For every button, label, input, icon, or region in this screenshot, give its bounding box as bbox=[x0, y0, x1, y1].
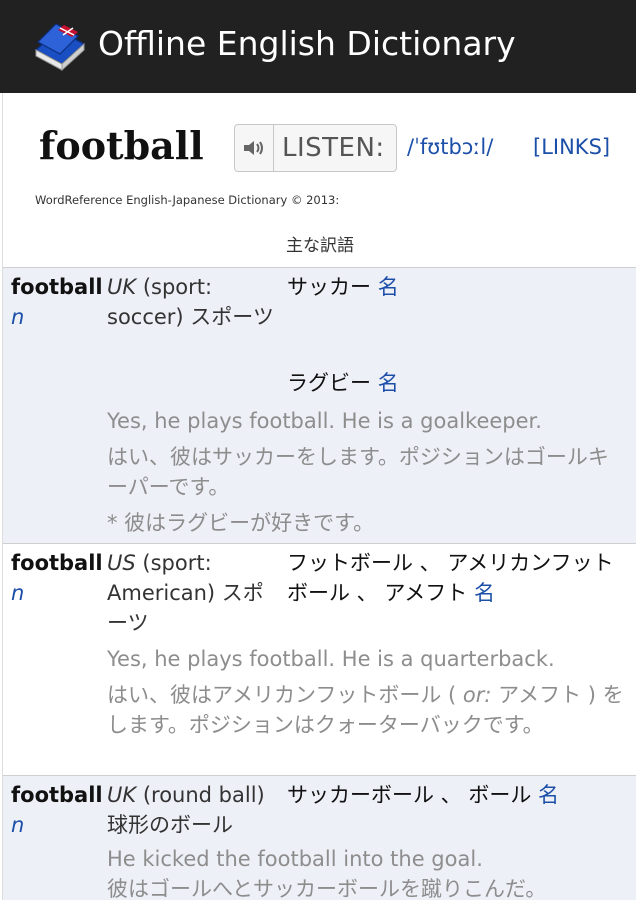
listen-label: LISTEN: bbox=[282, 133, 385, 163]
entry-row: football n US (sport: American) スポーツ フット… bbox=[3, 543, 636, 775]
translation: フットボール 、 アメリカンフットボール 、 アメフト 名 bbox=[287, 548, 627, 608]
pronunciation: /ˈfʊtbɔːl/ bbox=[407, 135, 494, 159]
headword: football bbox=[39, 123, 204, 168]
entry-region: US bbox=[107, 551, 136, 575]
entry-region: UK bbox=[107, 275, 137, 299]
translation-pos: 名 bbox=[377, 275, 399, 299]
translation-pos: 名 bbox=[538, 783, 560, 807]
speaker-icon bbox=[235, 125, 274, 171]
translation-text: ラグビー bbox=[287, 371, 371, 395]
translation: サッカーボール 、 ボール 名 bbox=[287, 780, 627, 810]
section-title: 主な訳語 bbox=[286, 236, 354, 256]
copyright-text: WordReference English-Japanese Dictionar… bbox=[35, 193, 340, 207]
entry-pos: n bbox=[11, 581, 25, 605]
dictionary-book-icon bbox=[34, 23, 86, 72]
links-link[interactable]: [LINKS] bbox=[533, 135, 610, 159]
example-ja-or: or: bbox=[462, 683, 492, 707]
entry-row: football n UK (sport: soccer) スポーツ サッカー … bbox=[3, 267, 636, 543]
example-ja: はい、彼はアメリカンフットボール ( or: アメフト ) をします。ポジション… bbox=[107, 680, 627, 740]
example-en: He kicked the football into the goal. bbox=[107, 847, 483, 871]
app-title: Offline English Dictionary bbox=[98, 24, 516, 63]
example-en: Yes, he plays football. He is a goalkeep… bbox=[107, 409, 542, 433]
translation-text: サッカー bbox=[287, 275, 371, 299]
entry-sense: UK (sport: soccer) スポーツ bbox=[107, 272, 282, 332]
example-ja-part: はい、彼はアメリカンフットボール ( bbox=[107, 683, 463, 707]
translation: ラグビー 名 bbox=[287, 368, 627, 398]
example-ja-note: * 彼はラグビーが好きです。 bbox=[107, 511, 375, 535]
dictionary-content[interactable]: football LISTEN: /ˈfʊtbɔːl/ [LINKS] Word… bbox=[2, 93, 636, 900]
example-ja: はい、彼はサッカーをします。ポジションはゴールキーパーです。 bbox=[107, 445, 609, 499]
example-en: Yes, he plays football. He is a quarterb… bbox=[107, 647, 555, 671]
entry-pos: n bbox=[11, 813, 25, 837]
listen-button[interactable]: LISTEN: bbox=[234, 124, 397, 172]
translation-text: サッカーボール 、 ボール bbox=[287, 783, 532, 807]
entry-word: football bbox=[11, 551, 103, 575]
translation-text: フットボール 、 アメリカンフットボール 、 アメフト bbox=[287, 551, 614, 605]
entry-region: UK bbox=[107, 783, 137, 807]
entry-row: football n UK (round ball) 球形のボール サッカーボー… bbox=[3, 775, 636, 900]
translation: サッカー 名 bbox=[287, 272, 627, 302]
entry-sense: UK (round ball) 球形のボール bbox=[107, 780, 282, 840]
entry-pos: n bbox=[11, 305, 25, 329]
example-ja: 彼はゴールへとサッカーボールを蹴りこんだ。 bbox=[107, 877, 547, 900]
entry-word: football bbox=[11, 275, 103, 299]
translation-pos: 名 bbox=[474, 581, 495, 605]
translation-pos: 名 bbox=[377, 371, 399, 395]
app-bar: Offline English Dictionary bbox=[0, 0, 636, 93]
entry-word: football bbox=[11, 783, 103, 807]
entry-sense: US (sport: American) スポーツ bbox=[107, 548, 282, 638]
